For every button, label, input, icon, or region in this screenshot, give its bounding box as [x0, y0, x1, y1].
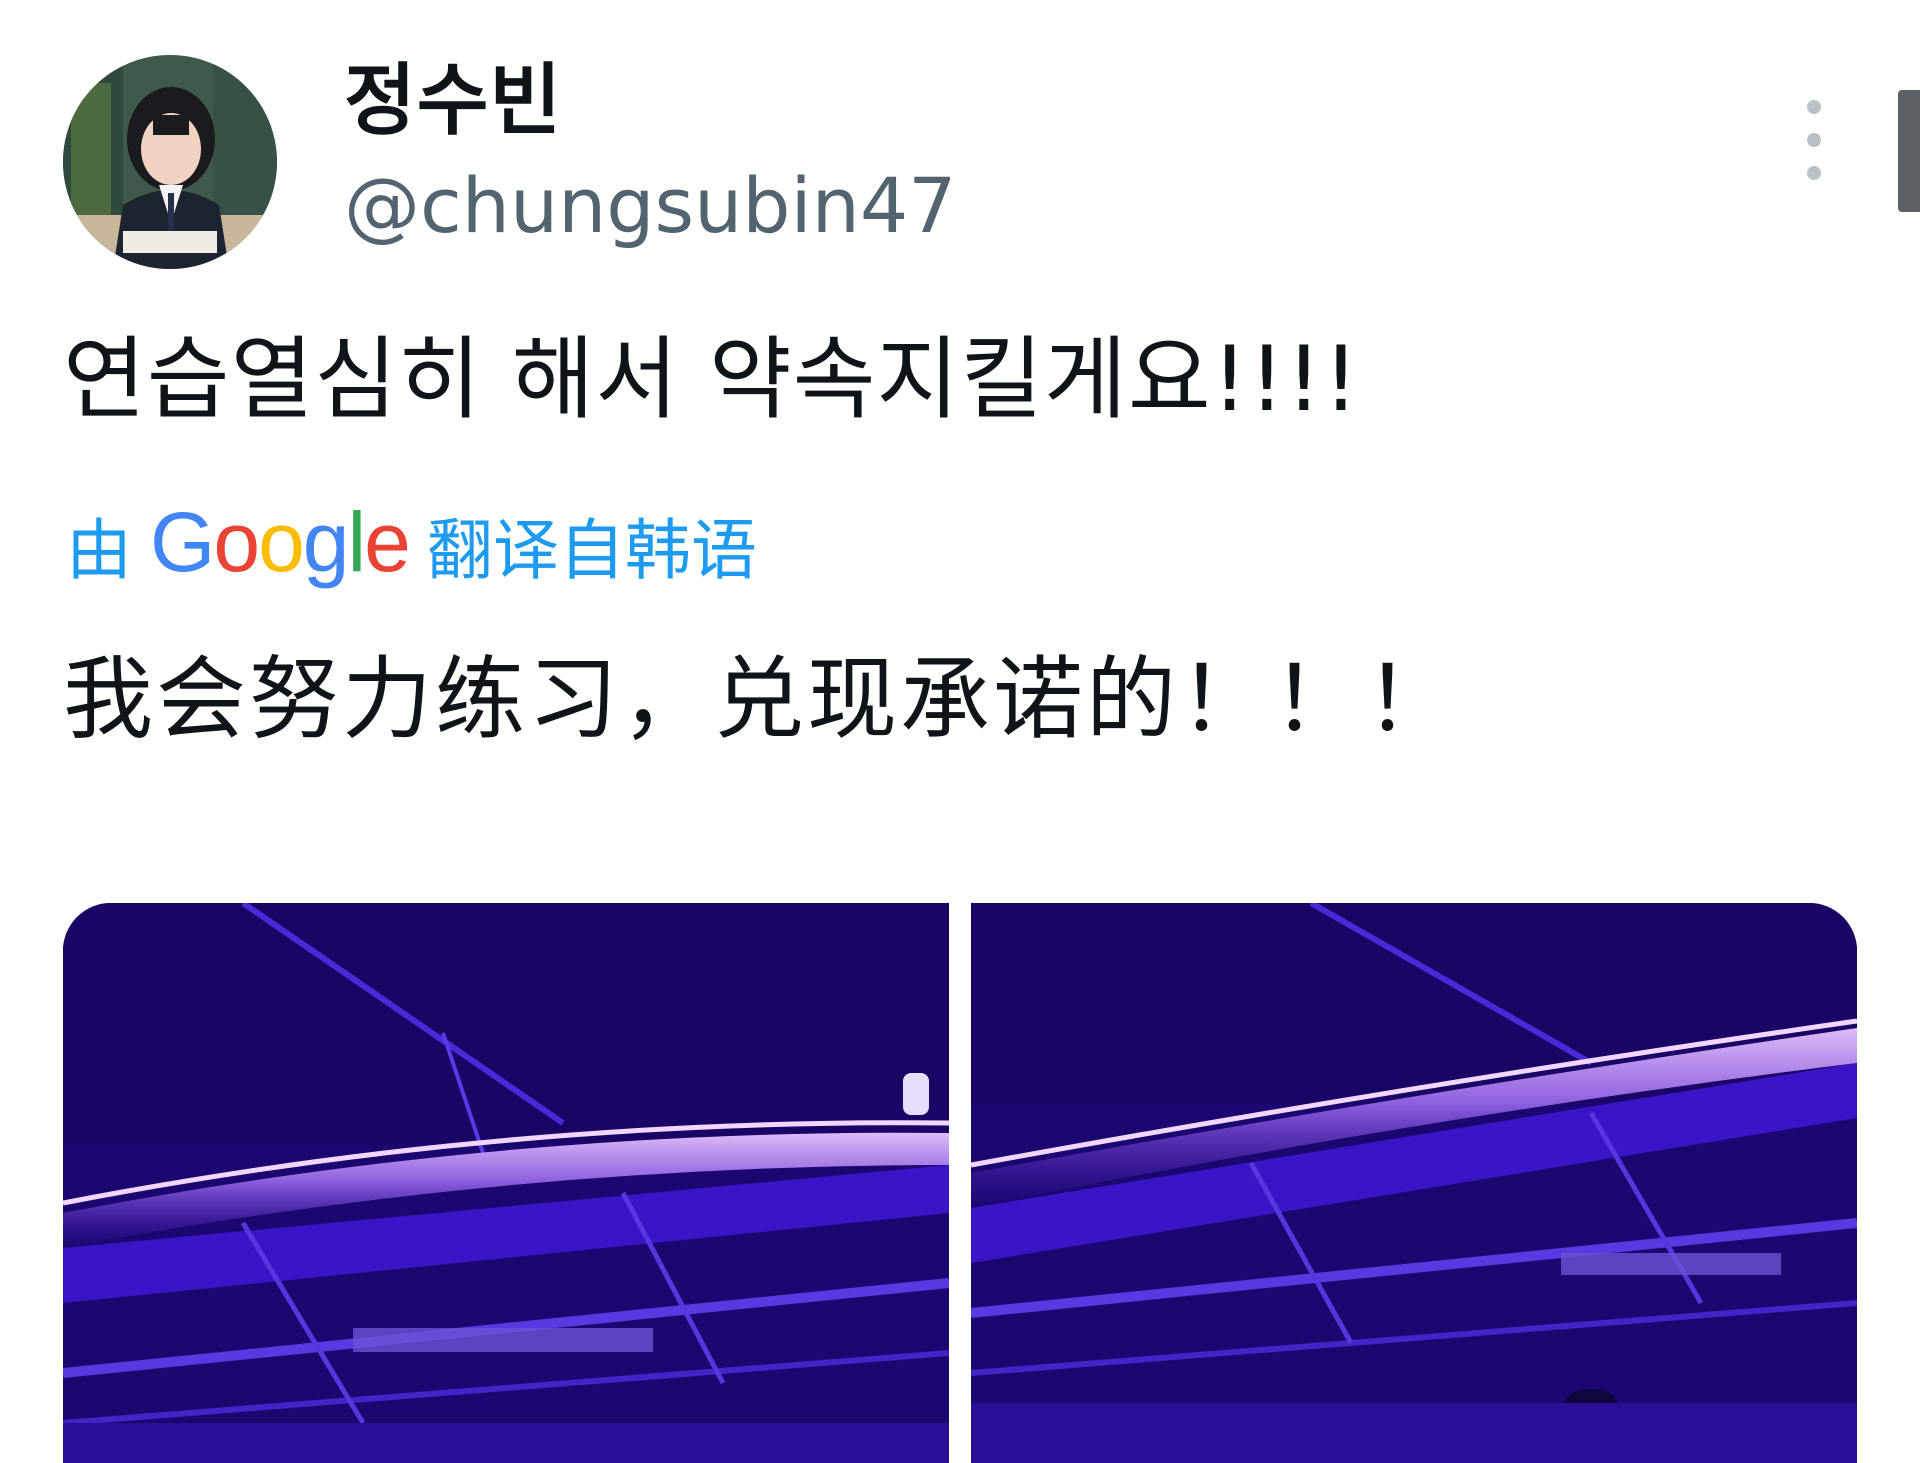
photo-1[interactable]	[63, 903, 949, 1463]
edge-scroll-handle[interactable]	[1898, 90, 1920, 212]
avatar-image	[63, 55, 277, 269]
translated-text: 我会努力练习，兑现承诺的！！！	[63, 647, 1458, 752]
photo-2-image	[971, 903, 1857, 1463]
media-grid	[63, 903, 1857, 1463]
user-handle[interactable]: @chungsubin47	[344, 168, 957, 244]
more-dot	[1807, 100, 1821, 114]
more-vertical-icon[interactable]	[1782, 100, 1846, 180]
photo-2[interactable]	[971, 903, 1857, 1463]
translate-suffix: 翻译自韩语	[426, 512, 757, 589]
translated-by-google-link[interactable]: 由 G o o g l e 翻译自韩语	[66, 495, 757, 590]
more-dot	[1807, 133, 1821, 147]
tweet-text: 연습열심히 해서 약속지킬게요!!!!	[63, 327, 1360, 432]
avatar[interactable]	[63, 55, 277, 269]
google-logo-icon: G o o g l e	[150, 494, 411, 589]
display-name[interactable]: 정수빈	[344, 62, 562, 140]
translate-prefix: 由	[66, 512, 132, 589]
photo-1-image	[63, 903, 949, 1463]
more-dot	[1807, 166, 1821, 180]
